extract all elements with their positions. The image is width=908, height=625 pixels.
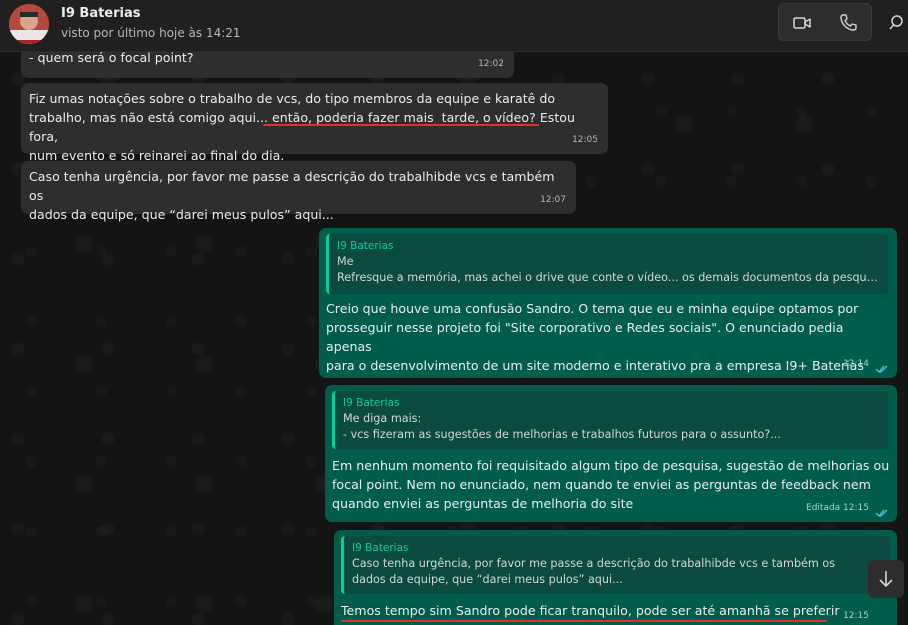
incoming-message[interactable]: Fiz umas notações sobre o trabalho de vc…: [21, 83, 608, 163]
quote-text: Me diga mais:: [343, 412, 422, 425]
outgoing-message[interactable]: I9 Baterias Caso tenha urgência, por fav…: [334, 530, 897, 625]
contact-name[interactable]: I9 Baterias: [61, 6, 141, 21]
quoted-reply[interactable]: I9 Baterias Me Refresque a memória, mas …: [326, 234, 888, 294]
quote-text: dados da equipe, que “darei meus pulos” …: [352, 573, 623, 586]
quote-text: Refresque a memória, mas achei o drive q…: [337, 271, 880, 284]
voice-call-button[interactable]: [837, 12, 859, 34]
scroll-to-bottom-button[interactable]: [868, 560, 904, 598]
outgoing-message[interactable]: I9 Baterias Me diga mais: - vcs fizeram …: [325, 385, 897, 522]
message-text: - quem será o focal point?: [29, 52, 194, 65]
quote-text: - vcs fizeram as sugestões de melhorias …: [343, 428, 781, 441]
quote-author: I9 Baterias: [343, 397, 400, 409]
incoming-message[interactable]: Caso tenha urgência, por favor me passe …: [21, 161, 576, 222]
message-list[interactable]: - quem será o focal point? 12:02 Fiz uma…: [0, 52, 908, 625]
message-time: 12:15: [843, 611, 869, 621]
outgoing-message[interactable]: I9 Baterias Me Refresque a memória, mas …: [319, 228, 897, 378]
message-text: Creio que houve uma confusão Sandro. O t…: [326, 301, 864, 373]
message-time: 12:05: [572, 135, 598, 145]
message-time: 12:02: [478, 59, 504, 69]
red-underline-annotation: [341, 620, 827, 622]
phone-icon: [840, 14, 857, 31]
message-text: Temos tempo sim Sandro pode ficar tranqu…: [341, 603, 840, 618]
video-call-button[interactable]: [791, 12, 813, 34]
quoted-reply[interactable]: I9 Baterias Me diga mais: - vcs fizeram …: [332, 391, 888, 449]
message-time: 12:07: [540, 195, 566, 205]
arrow-down-icon: [879, 571, 893, 588]
incoming-message[interactable]: - quem será o focal point? 12:02: [21, 52, 514, 78]
underlined-text: então, poderia fazer mais tarde, o vídeo…: [271, 110, 536, 125]
read-receipt-icon: [875, 365, 888, 373]
message-time: Editada 12:15: [806, 503, 869, 513]
quote-author: I9 Baterias: [337, 240, 394, 252]
video-camera-icon: [793, 17, 811, 29]
message-time: 12:14: [843, 359, 869, 369]
quote-author: I9 Baterias: [352, 542, 409, 554]
red-underline-annotation: [263, 124, 539, 126]
quote-text: Me: [337, 255, 354, 268]
quote-text: Caso tenha urgência, por favor me passe …: [352, 557, 836, 570]
contact-avatar[interactable]: [9, 4, 49, 44]
quoted-reply[interactable]: I9 Baterias Caso tenha urgência, por fav…: [341, 536, 890, 594]
message-text: Caso tenha urgência, por favor me passe …: [29, 169, 555, 222]
read-receipt-icon: [875, 509, 888, 517]
search-button[interactable]: [887, 12, 907, 34]
last-seen-status: visto por último hoje às 14:21: [61, 26, 241, 40]
call-button-group: [778, 3, 872, 41]
search-icon: [889, 15, 903, 30]
message-text: Fiz umas notações sobre o trabalho de vc…: [29, 89, 600, 165]
chat-header: I9 Baterias visto por último hoje às 14:…: [0, 0, 908, 52]
